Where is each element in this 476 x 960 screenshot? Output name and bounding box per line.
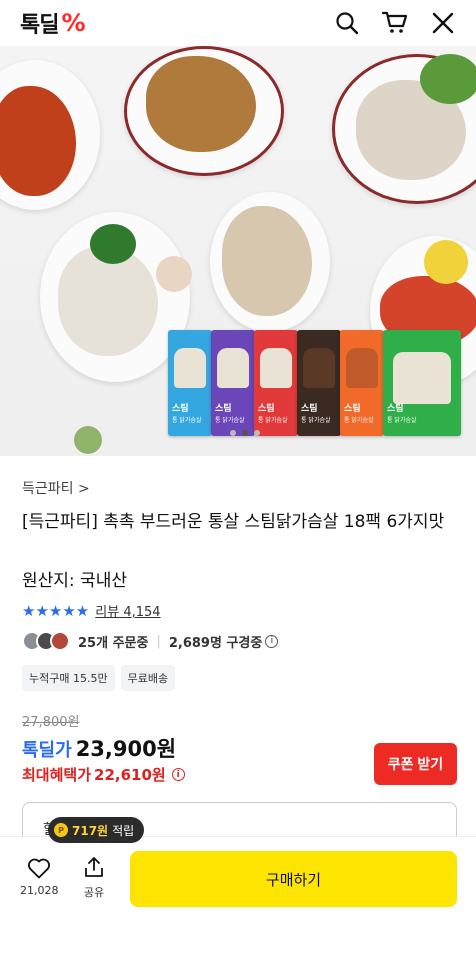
pack-sublabel: 통 닭가슴살 <box>215 417 245 424</box>
rating-row[interactable]: ★★★★★ 리뷰 4,154 <box>22 601 161 621</box>
food-sprout <box>74 426 102 454</box>
viewers-count: 2,689명 구경중 <box>168 635 263 651</box>
pack-item: 스팀통 닭가슴살 <box>254 330 298 436</box>
max-benefit-row: 최대혜택가 22,610원 i <box>22 764 185 785</box>
food-broccoli <box>90 224 136 264</box>
points-tooltip: P 717원 적립 <box>48 817 145 843</box>
heart-icon <box>28 858 51 879</box>
sale-price: 23,900원 <box>75 737 177 761</box>
coin-icon: P <box>54 823 68 837</box>
pack-sublabel: 통 닭가슴살 <box>387 417 417 424</box>
points-suffix: 적립 <box>112 823 135 838</box>
like-button[interactable]: 21,028 <box>20 857 59 897</box>
pack-sublabel: 통 닭가슴살 <box>301 417 331 424</box>
product-tags: 누적구매 15.5만 무료배송 <box>22 665 176 691</box>
tag-free-shipping: 무료배송 <box>120 665 176 691</box>
pack-item: 스팀통 닭가슴살 <box>383 330 461 436</box>
pack-item: 스팀통 닭가슴살 <box>340 330 384 436</box>
logo-mark: % <box>61 9 85 37</box>
sale-label: 톡딜가 <box>22 740 72 761</box>
original-price: 27,800원 <box>22 715 80 730</box>
pack-label: 스팀 <box>344 404 361 414</box>
review-count: 4,154 <box>123 605 161 620</box>
divider: | <box>156 633 161 649</box>
coupon-button[interactable]: 쿠폰 받기 <box>374 743 457 785</box>
brand-store-link[interactable]: 득근파티 > <box>22 478 90 498</box>
review-link[interactable]: 리뷰 4,154 <box>95 601 160 620</box>
carousel-dots[interactable] <box>230 430 260 436</box>
points-amount: 717원 <box>72 823 109 838</box>
like-count: 21,028 <box>20 884 59 897</box>
logo-text: 톡딜 <box>20 13 59 38</box>
product-title: [득근파티] 촉촉 부드러운 통살 스팀닭가슴살 18팩 6가지맛 <box>22 512 445 532</box>
review-label: 리뷰 <box>95 605 120 620</box>
food-pepper-chicken <box>222 206 312 316</box>
food-lotus-root <box>156 256 192 292</box>
sale-price-row: 톡딜가 23,900원 <box>22 733 176 763</box>
pack-label: 스팀 <box>258 404 275 414</box>
buy-button[interactable]: 구매하기 <box>130 851 457 907</box>
top-header: 톡딜 % <box>0 0 476 46</box>
carousel-dot[interactable] <box>230 430 236 436</box>
pack-label: 스팀 <box>215 404 232 414</box>
pack-label: 스팀 <box>172 404 189 414</box>
pack-sublabel: 통 닭가슴살 <box>172 417 202 424</box>
pack-label: 스팀 <box>301 404 318 414</box>
carousel-dot-active[interactable] <box>242 430 248 436</box>
food-salad <box>420 54 476 104</box>
cart-icon[interactable] <box>382 10 408 36</box>
food-lemon <box>424 240 468 284</box>
product-hero-image[interactable]: 스팀통 닭가슴살 스팀통 닭가슴살 스팀통 닭가슴살 스팀통 닭가슴살 스팀통 … <box>0 46 476 456</box>
social-proof-row: 25개 주문중 | 2,689명 구경중 i <box>22 631 279 651</box>
pack-item: 스팀통 닭가슴살 <box>297 330 341 436</box>
pack-item: 스팀통 닭가슴살 <box>168 330 212 436</box>
benefit-price: 22,610원 <box>94 766 166 784</box>
tag-cumulative-purchases: 누적구매 15.5만 <box>22 665 115 691</box>
avatar <box>50 631 70 651</box>
benefit-info-icon[interactable]: i <box>171 768 185 781</box>
orders-count: 25개 주문중 <box>78 635 149 651</box>
talkdeal-logo[interactable]: 톡딜 % <box>20 7 86 39</box>
carousel-dot[interactable] <box>254 430 260 436</box>
pack-label: 스팀 <box>387 404 404 414</box>
rating-stars: ★★★★★ <box>22 601 90 620</box>
pack-item: 스팀통 닭가슴살 <box>211 330 255 436</box>
share-label: 공유 <box>83 886 105 899</box>
pack-sublabel: 통 닭가슴살 <box>258 417 288 424</box>
close-icon[interactable] <box>430 10 456 36</box>
food-grilled-chicken <box>146 56 256 152</box>
share-icon <box>85 857 103 877</box>
share-button[interactable]: 공유 <box>83 855 105 900</box>
search-icon[interactable] <box>334 10 360 36</box>
info-icon[interactable]: i <box>265 634 279 648</box>
bottom-action-bar: 21,028 공유 구매하기 <box>0 836 476 960</box>
pack-sublabel: 통 닭가슴살 <box>344 417 374 424</box>
product-page: 톡딜 % 스팀 통 닭가슴살 스팀 통 닭가슴살 스팀 통 닭가슴살 스팀 통 … <box>0 0 476 960</box>
benefit-label: 최대혜택가 <box>22 766 92 784</box>
buyer-avatars <box>22 631 70 651</box>
product-origin: 원산지: 국내산 <box>22 571 127 591</box>
